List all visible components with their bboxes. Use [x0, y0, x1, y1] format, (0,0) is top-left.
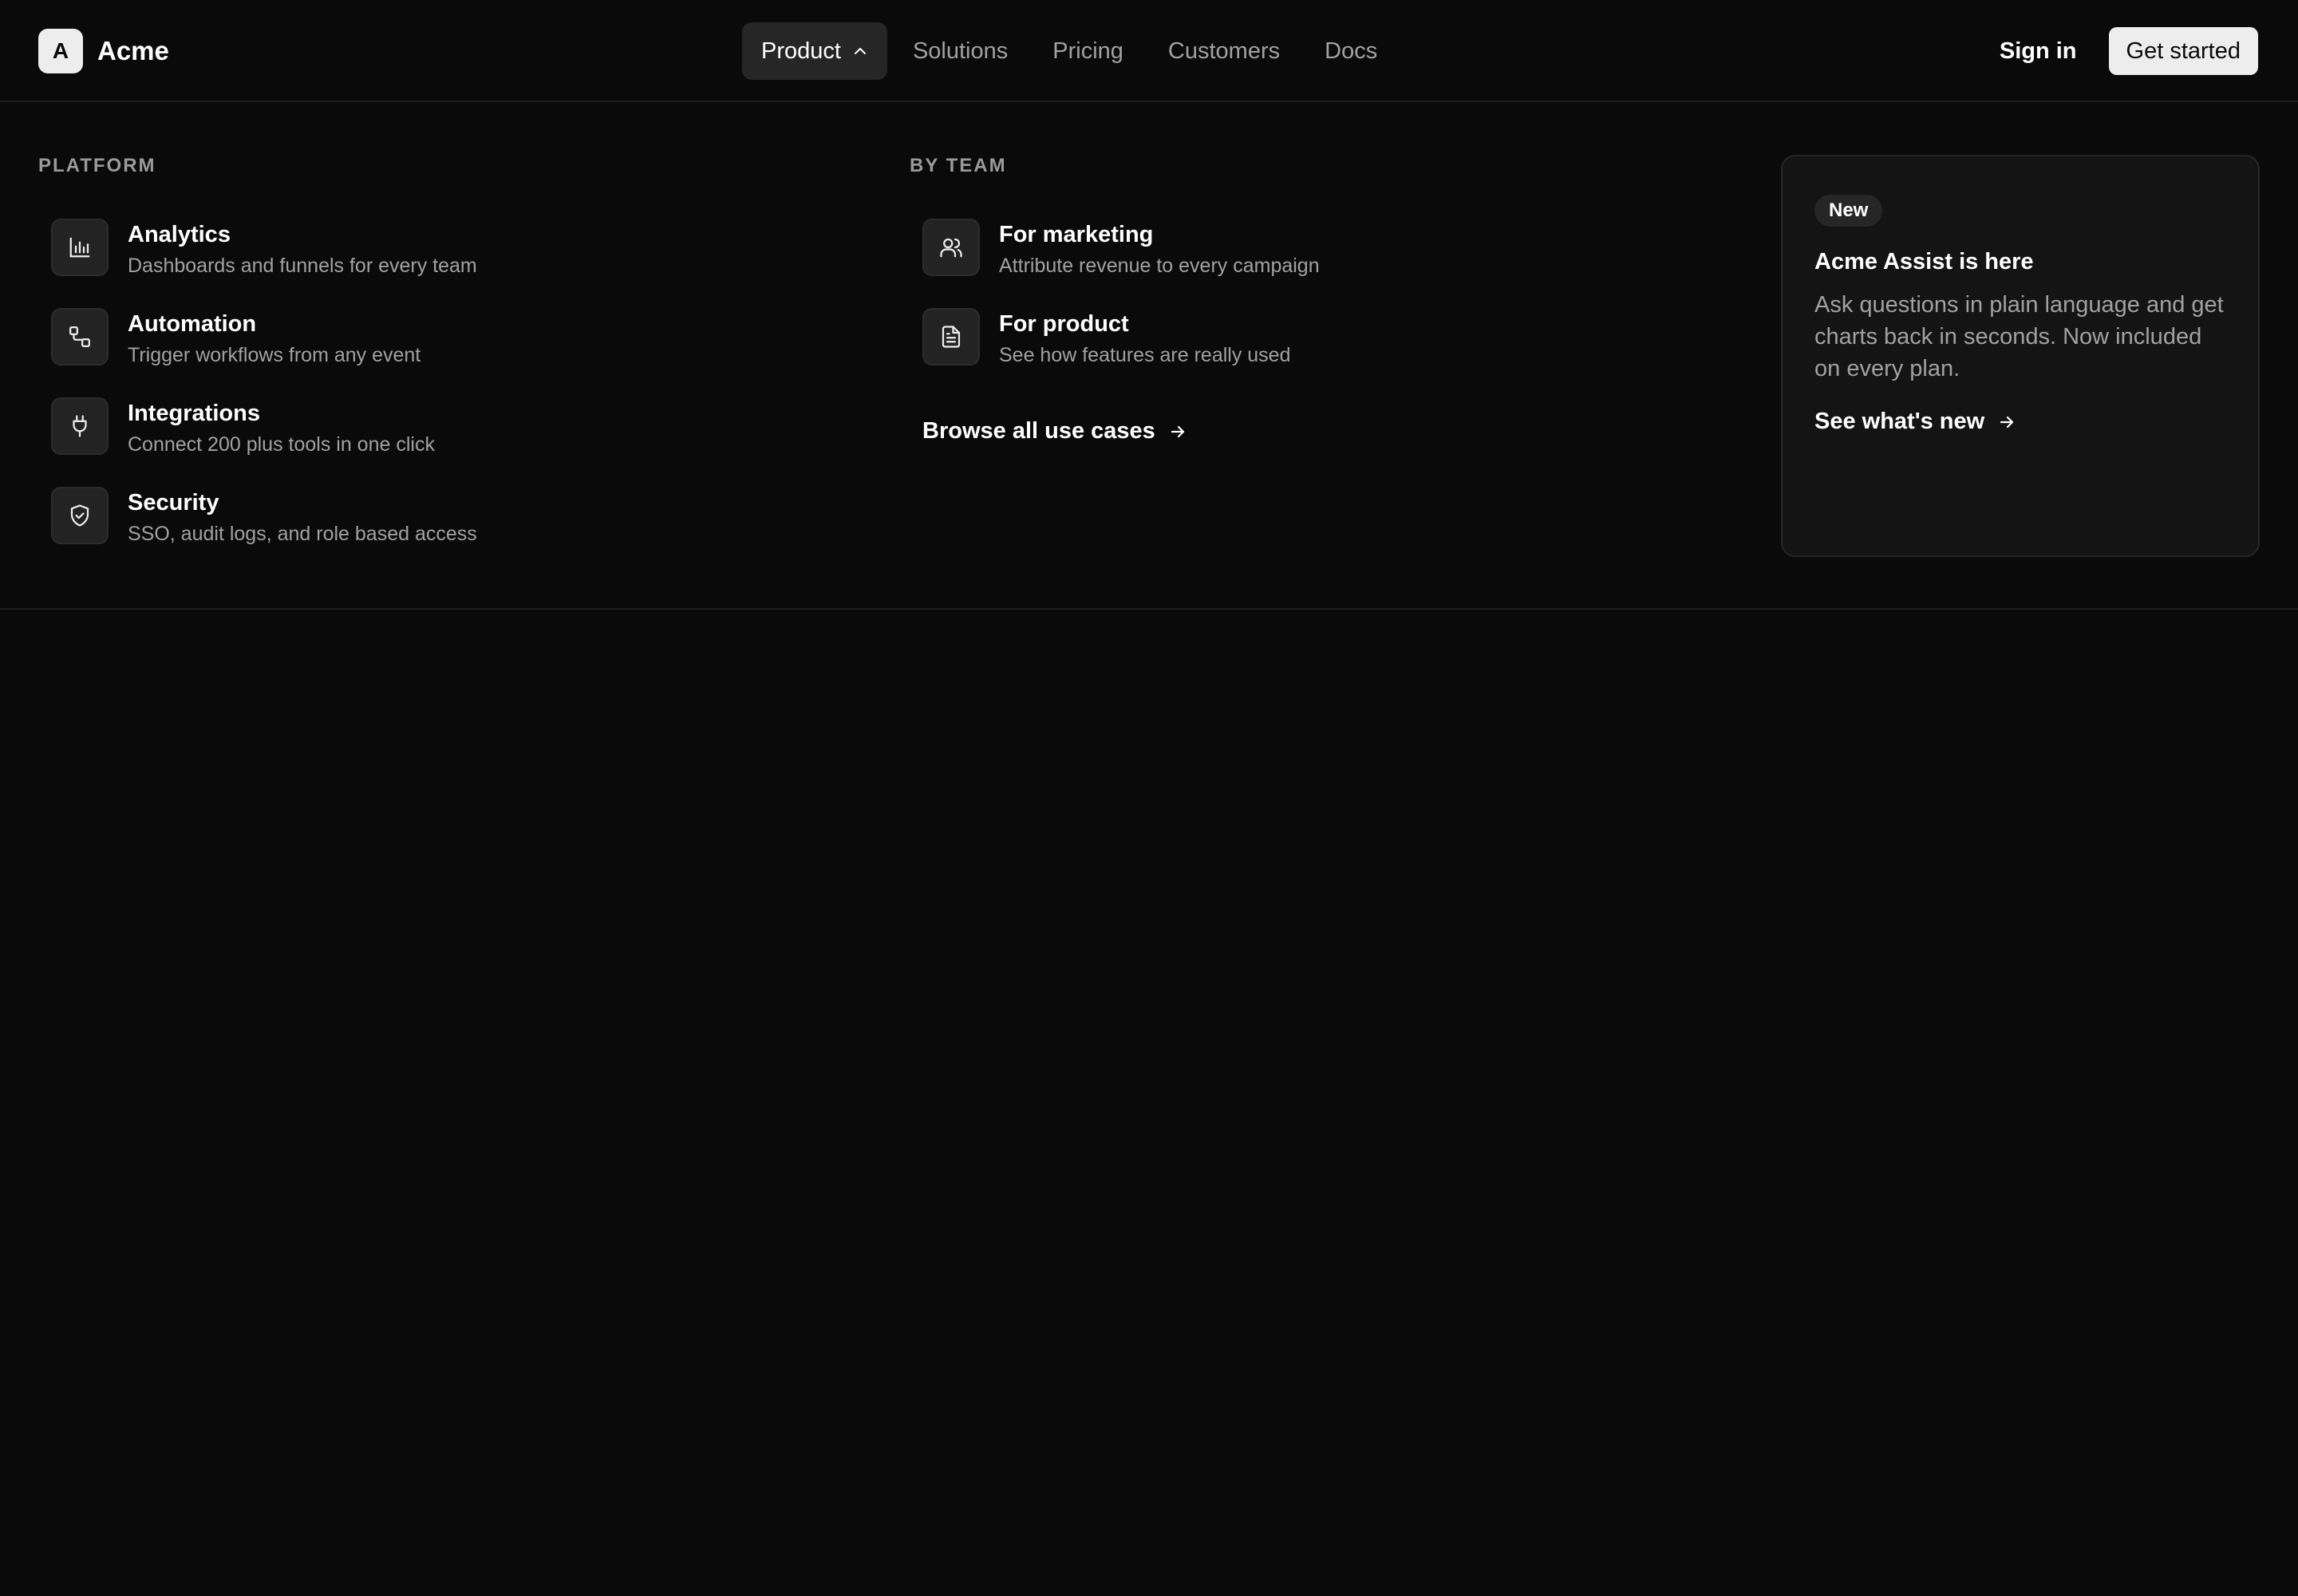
- header-actions: Sign in Get started: [2000, 27, 2258, 75]
- menu-item-for-product[interactable]: For product See how features are really …: [922, 308, 1291, 367]
- nav-item-solutions[interactable]: Solutions: [894, 22, 1027, 80]
- nav-item-label: Pricing: [1052, 38, 1123, 64]
- promo-card: New Acme Assist is here Ask questions in…: [1781, 155, 2260, 557]
- main-nav: Product Solutions Pricing Customers Docs: [742, 22, 1403, 80]
- workflow-icon: [51, 308, 109, 365]
- menu-item-description: Dashboards and funnels for every team: [128, 255, 477, 277]
- browse-use-cases-link[interactable]: Browse all use cases: [922, 418, 1187, 444]
- nav-item-label: Solutions: [912, 38, 1009, 64]
- menu-item-title: Automation: [128, 311, 257, 337]
- product-mega-menu: PLATFORM Analytics Dashboards and funnel…: [0, 102, 2298, 610]
- menu-item-security[interactable]: Security SSO, audit logs, and role based…: [51, 487, 477, 546]
- arrow-right-icon: [1171, 425, 1184, 437]
- shield-check-icon: [51, 487, 109, 544]
- plug-icon: [51, 397, 109, 455]
- nav-item-customers[interactable]: Customers: [1149, 22, 1299, 80]
- menu-item-title: Security: [128, 490, 219, 516]
- by-team-heading: BY TEAM: [910, 155, 1007, 176]
- brand[interactable]: A Acme: [38, 29, 169, 73]
- promo-title: Acme Assist is here: [1814, 249, 2034, 275]
- see-whats-new-link[interactable]: See what's new: [1814, 409, 2016, 435]
- menu-item-title: Integrations: [128, 401, 260, 426]
- sign-in-link[interactable]: Sign in: [2000, 38, 2077, 65]
- nav-item-product[interactable]: Product: [742, 22, 887, 80]
- menu-item-title: Analytics: [128, 222, 231, 247]
- menu-item-description: See how features are really used: [999, 344, 1291, 366]
- menu-item-analytics[interactable]: Analytics Dashboards and funnels for eve…: [51, 219, 477, 278]
- arrow-right-icon: [2000, 416, 2014, 428]
- top-navigation: A Acme Product Solutions Pricing Custome…: [0, 0, 2298, 102]
- browse-use-cases-label: Browse all use cases: [922, 418, 1155, 444]
- brand-logo: A: [38, 29, 83, 73]
- get-started-button[interactable]: Get started: [2108, 27, 2258, 75]
- menu-item-for-marketing[interactable]: For marketing Attribute revenue to every…: [922, 219, 1320, 278]
- document-icon: [922, 308, 980, 365]
- users-icon: [922, 219, 980, 276]
- menu-item-description: Attribute revenue to every campaign: [999, 255, 1320, 277]
- nav-item-label: Product: [761, 38, 841, 64]
- menu-item-integrations[interactable]: Integrations Connect 200 plus tools in o…: [51, 397, 435, 456]
- nav-item-docs[interactable]: Docs: [1305, 22, 1396, 80]
- menu-item-description: Connect 200 plus tools in one click: [128, 433, 435, 456]
- menu-item-title: For product: [999, 311, 1129, 337]
- menu-item-description: SSO, audit logs, and role based access: [128, 523, 477, 545]
- menu-item-description: Trigger workflows from any event: [128, 344, 421, 366]
- bar-chart-icon: [51, 219, 109, 276]
- nav-item-label: Docs: [1325, 38, 1378, 64]
- menu-item-automation[interactable]: Automation Trigger workflows from any ev…: [51, 308, 421, 367]
- menu-item-title: For marketing: [999, 222, 1154, 247]
- see-whats-new-label: See what's new: [1814, 409, 1985, 434]
- promo-body: Ask questions in plain language and get …: [1814, 292, 2224, 381]
- brand-name: Acme: [97, 36, 169, 65]
- new-badge: New: [1814, 195, 1883, 227]
- chevron-up-icon: [854, 48, 866, 54]
- nav-item-pricing[interactable]: Pricing: [1033, 22, 1143, 80]
- nav-item-label: Customers: [1167, 38, 1281, 64]
- platform-heading: PLATFORM: [38, 155, 156, 176]
